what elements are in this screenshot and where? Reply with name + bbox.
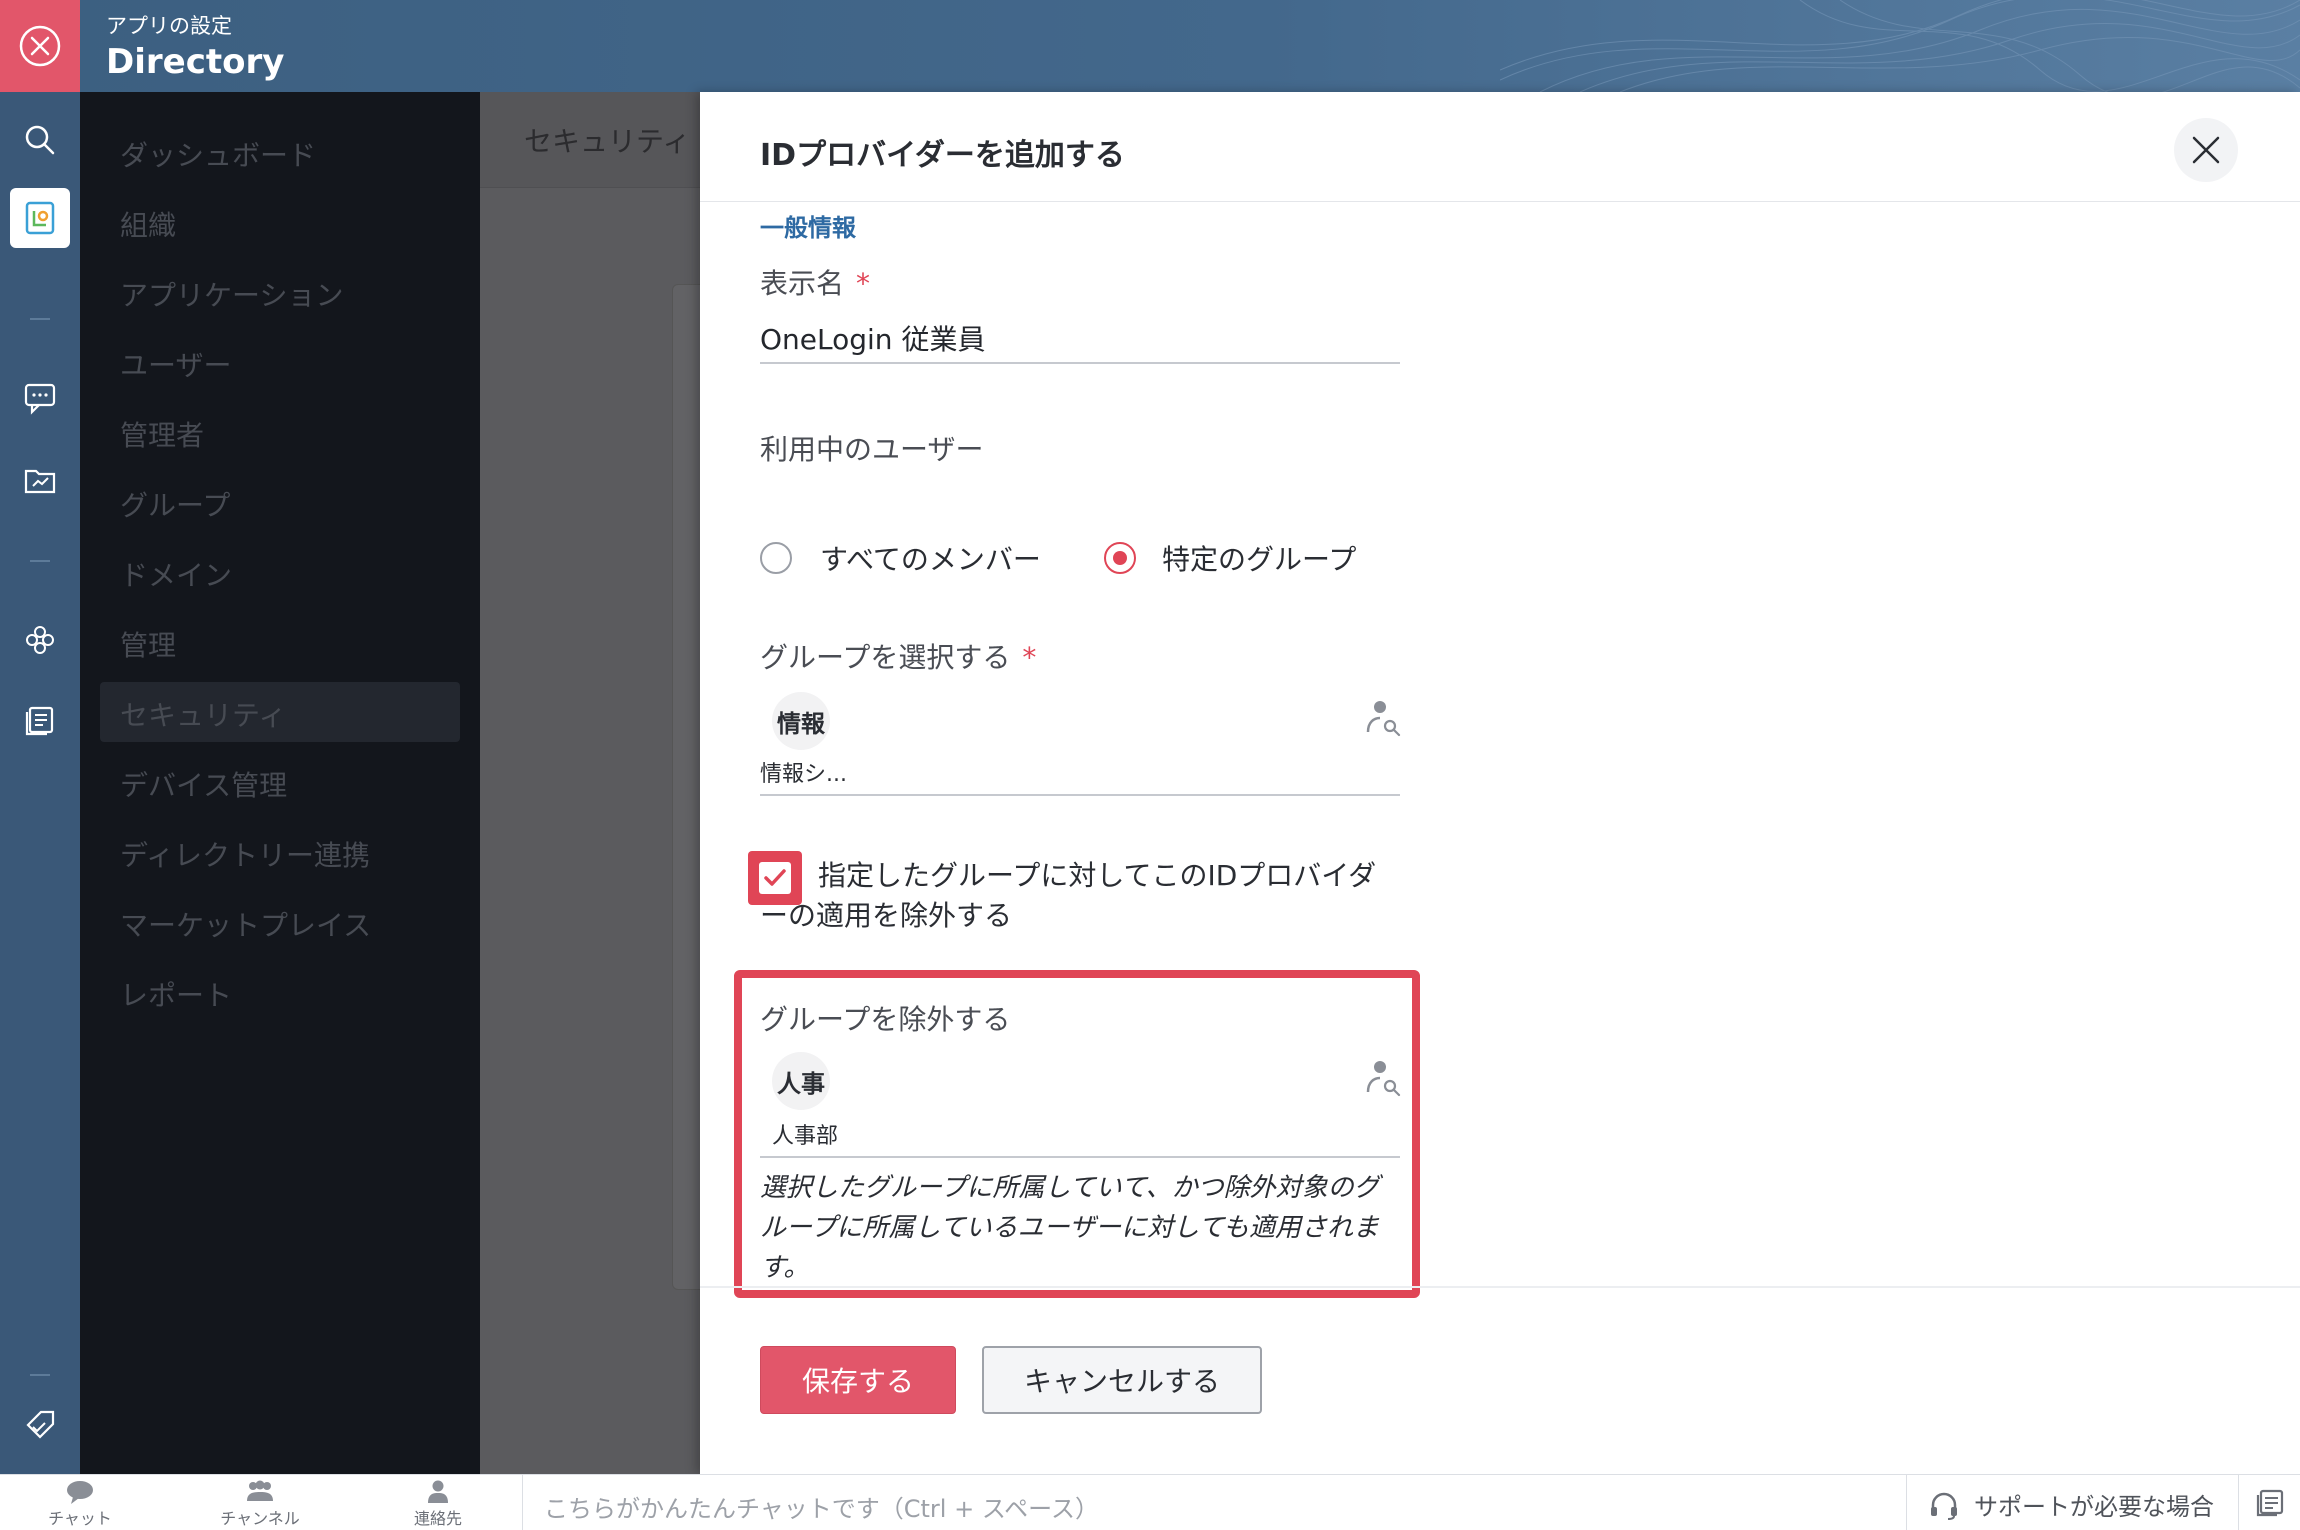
- rail-separator: [30, 1374, 50, 1376]
- bottom-chat-button[interactable]: チャット: [20, 1479, 140, 1529]
- bottom-chat-label: チャット: [48, 1509, 112, 1528]
- field-underline: [760, 1156, 1400, 1158]
- search-icon[interactable]: [20, 120, 60, 160]
- header-decoration: [1500, 0, 2300, 92]
- close-circle-icon: [19, 25, 61, 67]
- exclude-group-note: 選択したグループに所属していて、かつ除外対象のグループに所属しているユーザーに対…: [760, 1173, 1380, 1283]
- icon-rail: [0, 92, 80, 1474]
- radio-specific-groups[interactable]: [1104, 542, 1136, 574]
- chat-icon: [67, 1481, 93, 1504]
- sidebar-nav: ダッシュボード 組織 アプリケーション ユーザー 管理者 グループ ドメイン 管…: [80, 92, 480, 1474]
- sidebar-item-admins[interactable]: 管理者: [120, 414, 204, 454]
- selected-group-name: 情報シ...: [760, 762, 847, 787]
- user-search-icon[interactable]: [1362, 1058, 1402, 1098]
- rail-separator: [30, 560, 50, 562]
- cancel-button[interactable]: キャンセルする: [982, 1346, 1262, 1414]
- field-underline: [760, 794, 1400, 796]
- required-mark: *: [1022, 641, 1037, 674]
- flower-icon[interactable]: [20, 620, 60, 660]
- user-search-icon[interactable]: [1362, 698, 1402, 738]
- chat-bubble-icon[interactable]: [20, 378, 60, 418]
- header-title: Directory: [106, 42, 285, 82]
- radio-all-members-label[interactable]: すべてのメンバー: [820, 538, 1041, 578]
- selected-group-chip[interactable]: 情報: [772, 692, 830, 750]
- radio-all-members[interactable]: [760, 542, 792, 574]
- notes-icon[interactable]: [2254, 1487, 2286, 1519]
- sidebar-item-directory-sync[interactable]: ディレクトリー連携: [120, 834, 370, 874]
- sidebar-item-management[interactable]: 管理: [120, 624, 176, 664]
- drawer-title: IDプロバイダーを追加する: [760, 138, 1125, 173]
- main-content-overlay: [480, 92, 700, 1474]
- documents-icon[interactable]: [20, 700, 60, 740]
- sidebar-item-device-management[interactable]: デバイス管理: [120, 764, 287, 804]
- tags-icon[interactable]: [20, 1404, 60, 1444]
- rail-separator: [30, 318, 50, 320]
- bottom-separator: [1906, 1475, 1907, 1530]
- bottom-channel-label: チャンネル: [220, 1509, 300, 1528]
- required-mark: *: [856, 267, 871, 300]
- section-general-info: 一般情報: [760, 214, 856, 242]
- select-group-label: グループを選択する *: [760, 641, 1037, 674]
- bottom-bar: チャット チャンネル 連絡先 こちらがかんたんチャットです（Ctrl + スペー…: [0, 1474, 2300, 1530]
- page-breadcrumb: セキュリティ: [524, 125, 691, 158]
- field-underline: [760, 362, 1400, 364]
- sidebar-item-domains[interactable]: ドメイン: [120, 554, 232, 594]
- sidebar-item-organization[interactable]: 組織: [120, 204, 176, 244]
- sidebar-item-applications[interactable]: アプリケーション: [120, 274, 343, 314]
- save-button[interactable]: 保存する: [760, 1346, 956, 1414]
- close-icon: [2192, 136, 2220, 164]
- support-button[interactable]: サポートが必要な場合: [1928, 1487, 2214, 1522]
- bottom-separator: [2238, 1475, 2239, 1530]
- bottom-separator: [522, 1475, 523, 1530]
- drawer-header: IDプロバイダーを追加する: [700, 92, 2300, 202]
- directory-app-icon[interactable]: [10, 188, 70, 248]
- sidebar-item-reports[interactable]: レポート: [120, 974, 232, 1014]
- drawer-close-button[interactable]: [2174, 118, 2238, 182]
- contact-icon: [428, 1480, 448, 1503]
- support-label: サポートが必要な場合: [1974, 1493, 2214, 1521]
- headset-icon: [1931, 1492, 1957, 1520]
- group-icon: [247, 1480, 273, 1501]
- close-app-button[interactable]: [0, 0, 80, 92]
- exclude-group-label: グループを除外する: [760, 1003, 1011, 1036]
- sidebar-item-dashboard[interactable]: ダッシュボード: [120, 134, 316, 174]
- users-label: 利用中のユーザー: [760, 433, 984, 466]
- excluded-group-name: 人事部: [772, 1124, 839, 1149]
- display-name-label: 表示名 *: [760, 267, 871, 300]
- excluded-group-chip[interactable]: 人事: [772, 1052, 830, 1110]
- header-subtitle: アプリの設定: [106, 14, 232, 38]
- radio-specific-groups-label[interactable]: 特定のグループ: [1162, 538, 1356, 578]
- bottom-contacts-label: 連絡先: [413, 1509, 462, 1528]
- display-name-field[interactable]: OneLogin 従業員: [760, 318, 985, 358]
- bottom-contacts-button[interactable]: 連絡先: [378, 1479, 498, 1529]
- sidebar-item-marketplace[interactable]: マーケットプレイス: [120, 904, 371, 944]
- folder-chart-icon[interactable]: [20, 460, 60, 500]
- footer-divider: [700, 1286, 2300, 1288]
- sidebar-item-groups[interactable]: グループ: [120, 484, 230, 524]
- sidebar-item-security[interactable]: セキュリティ: [120, 694, 286, 734]
- quick-chat-input[interactable]: こちらがかんたんチャットです（Ctrl + スペース）: [544, 1489, 1099, 1524]
- bottom-channel-button[interactable]: チャンネル: [200, 1479, 320, 1529]
- exclude-checkbox-label[interactable]: 指定したグループに対してこのIDプロバイダーの適用を除外する: [760, 856, 1400, 936]
- sidebar-item-users[interactable]: ユーザー: [120, 344, 231, 384]
- app-header: アプリの設定 Directory: [0, 0, 2300, 92]
